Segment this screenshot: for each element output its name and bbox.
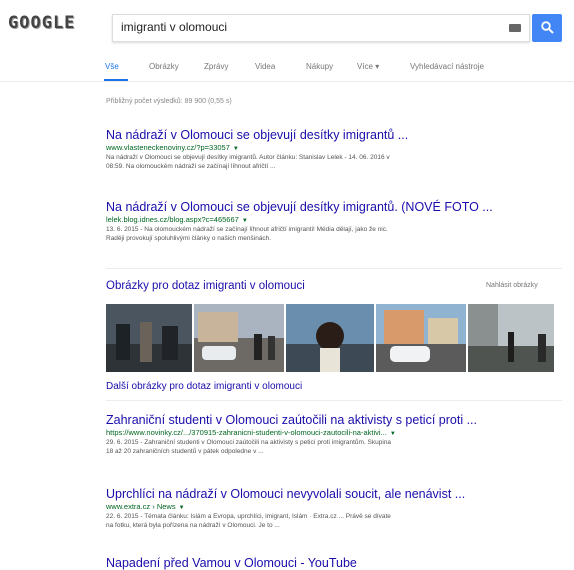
images-block-title[interactable]: Obrázky pro dotaz imigranti v olomouci xyxy=(106,280,305,292)
search-result: Na nádraží v Olomouci se objevují desítk… xyxy=(106,200,566,243)
tab-search-tools[interactable]: Vyhledávací nástroje xyxy=(410,62,484,71)
search-result: Na nádraží v Olomouci se objevují desítk… xyxy=(106,128,566,171)
result-stats: Přibližný počet výsledků: 89 900 (0,55 s… xyxy=(106,98,232,105)
header-divider xyxy=(0,81,574,82)
result-url: https://www.novinky.cz/.../370915-zahran… xyxy=(106,428,396,437)
tab-more[interactable]: Více ▾ xyxy=(357,62,379,71)
image-thumbnail[interactable] xyxy=(106,304,192,372)
result-title[interactable]: Zahraniční studenti v Olomouci zaútočili… xyxy=(106,413,566,427)
header: GOOGLE imigranti v olomouci xyxy=(0,0,574,50)
tab-videos[interactable]: Videa xyxy=(255,62,275,71)
section-divider xyxy=(106,268,562,269)
search-input[interactable]: imigranti v olomouci xyxy=(121,20,227,34)
result-url: www.extra.cz › News ▼ xyxy=(106,502,185,511)
url-dropdown-icon[interactable]: ▼ xyxy=(179,505,185,511)
result-snippet: 29. 6. 2015 - Zahraniční studenti v Olom… xyxy=(106,439,392,455)
search-result: Napadení před Vamou v Olomouci - YouTube xyxy=(106,556,566,570)
image-strip xyxy=(106,304,554,372)
result-snippet: Na nádraží v Olomouci se objevují desítk… xyxy=(106,154,390,170)
report-images-link[interactable]: Nahlásit obrázky xyxy=(486,282,538,289)
image-thumbnail[interactable] xyxy=(194,304,284,372)
image-thumbnail[interactable] xyxy=(468,304,554,372)
section-divider xyxy=(106,400,562,401)
result-url: www.vlasteneckenoviny.cz/?p=33057 ▼ xyxy=(106,143,239,152)
google-logo[interactable]: GOOGLE xyxy=(8,13,76,37)
url-dropdown-icon[interactable]: ▼ xyxy=(233,146,239,152)
result-title[interactable]: Na nádraží v Olomouci se objevují desítk… xyxy=(106,200,566,214)
result-snippet: 22. 6. 2015 - Témata článku: Islám a Evr… xyxy=(106,513,391,529)
tab-news[interactable]: Zprávy xyxy=(204,62,228,71)
result-url: lelek.blog.idnes.cz/blog.aspx?c=465667 ▼ xyxy=(106,215,248,224)
image-thumbnail[interactable] xyxy=(376,304,466,372)
tab-all[interactable]: Vše xyxy=(105,62,119,71)
keyboard-icon[interactable] xyxy=(509,24,521,32)
search-button[interactable] xyxy=(532,14,562,42)
result-snippet: 13. 6. 2015 - Na olomouckém nádraží se z… xyxy=(106,226,388,242)
result-title[interactable]: Napadení před Vamou v Olomouci - YouTube xyxy=(106,556,566,570)
tab-shopping[interactable]: Nákupy xyxy=(306,62,333,71)
search-box[interactable]: imigranti v olomouci xyxy=(112,14,530,42)
more-images-link[interactable]: Další obrázky pro dotaz imigranti v olom… xyxy=(106,381,302,392)
search-icon xyxy=(541,21,554,34)
result-title[interactable]: Na nádraží v Olomouci se objevují desítk… xyxy=(106,128,566,142)
image-thumbnail[interactable] xyxy=(286,304,374,372)
result-title[interactable]: Uprchlíci na nádraží v Olomouci nevyvola… xyxy=(106,487,566,501)
search-result: Zahraniční studenti v Olomouci zaútočili… xyxy=(106,413,566,456)
tab-images[interactable]: Obrázky xyxy=(149,62,179,71)
url-dropdown-icon[interactable]: ▼ xyxy=(242,218,248,224)
url-dropdown-icon[interactable]: ▼ xyxy=(390,431,396,437)
search-result: Uprchlíci na nádraží v Olomouci nevyvola… xyxy=(106,487,566,530)
